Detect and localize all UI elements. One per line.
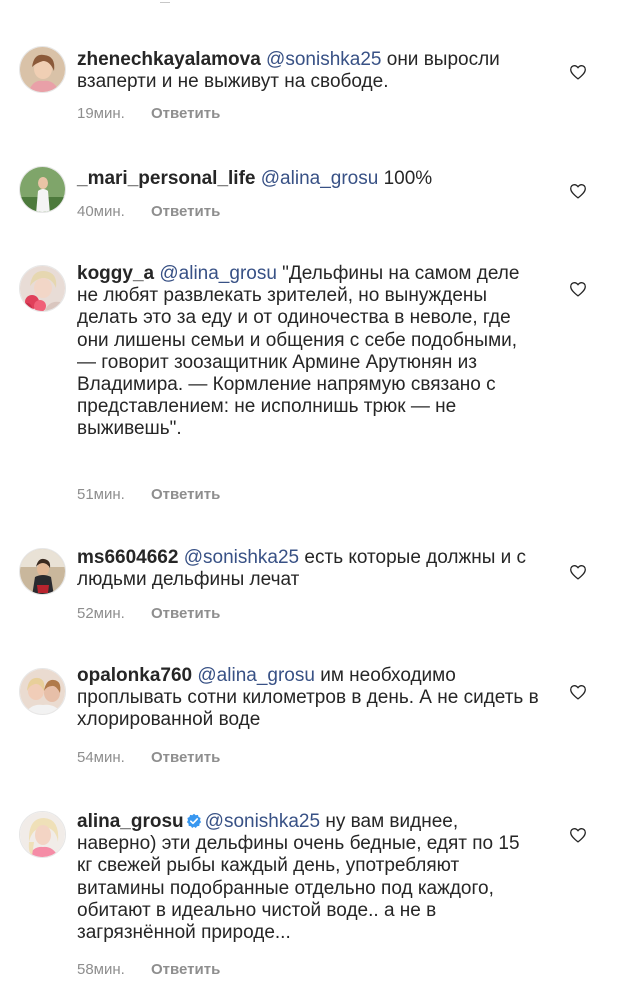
reply-button[interactable]: Ответить [151,105,220,122]
avatar[interactable] [19,46,66,93]
heart-outline-icon[interactable] [569,64,587,80]
comment-time: 19мин. [77,105,125,122]
avatar[interactable] [19,265,66,312]
avatar[interactable] [19,548,66,595]
comment-mention[interactable]: @sonishka25 [184,547,299,568]
comment-mention[interactable]: @alina_grosu [159,263,277,284]
comment-text: koggy_a @alina_grosu "Дельфины на самом … [77,263,539,441]
heart-outline-icon[interactable] [569,564,587,580]
reply-button[interactable]: Ответить [151,605,220,622]
comment-body: 100% [378,168,433,189]
comment-username[interactable]: opalonka760 [77,665,192,686]
previous-comment-fragment [160,0,170,3]
comment-username[interactable]: alina_grosu [77,811,184,832]
comment-text: alina_grosu @sonishka25 ну вам виднее, н… [77,811,539,944]
comment-text: opalonka760 @alina_grosu им необходимо п… [77,665,539,732]
comment-time: 54мин. [77,749,125,766]
comment-text: _mari_personal_life @alina_grosu 100% [77,168,539,190]
comment-text: zhenechkayalamova @sonishka25 они выросл… [77,49,539,93]
heart-outline-icon[interactable] [569,281,587,297]
comment-meta: 19мин. Ответить [77,105,220,122]
comment-mention[interactable]: @sonishka25 [266,49,381,70]
comment-meta: 52мин. Ответить [77,605,220,622]
comment-username[interactable]: _mari_personal_life [77,168,255,189]
comment-mention[interactable]: @alina_grosu [261,168,379,189]
reply-button[interactable]: Ответить [151,749,220,766]
avatar[interactable] [19,668,66,715]
comment-time: 58мин. [77,961,125,978]
comment-time: 40мин. [77,203,125,220]
comment-username[interactable]: ms6604662 [77,547,178,568]
reply-button[interactable]: Ответить [151,203,220,220]
reply-button[interactable]: Ответить [151,961,220,978]
comment-mention[interactable]: @sonishka25 [205,811,320,832]
heart-outline-icon[interactable] [569,183,587,199]
comment-username[interactable]: koggy_a [77,263,154,284]
comment-time: 51мин. [77,486,125,503]
comment-meta: 51мин. Ответить [77,486,220,503]
comment-username[interactable]: zhenechkayalamova [77,49,261,70]
heart-outline-icon[interactable] [569,684,587,700]
comment-meta: 54мин. Ответить [77,749,220,766]
heart-outline-icon[interactable] [569,827,587,843]
comment-mention[interactable]: @alina_grosu [197,665,315,686]
comment-body: "Дельфины на самом деле не любят развлек… [77,263,520,440]
verified-badge-icon [186,813,201,828]
comment-meta: 40мин. Ответить [77,203,220,220]
comment-text: ms6604662 @sonishka25 есть которые должн… [77,547,539,591]
avatar[interactable] [19,166,66,213]
comment-time: 52мин. [77,605,125,622]
avatar[interactable] [19,811,66,858]
comment-meta: 58мин. Ответить [77,961,220,978]
reply-button[interactable]: Ответить [151,486,220,503]
